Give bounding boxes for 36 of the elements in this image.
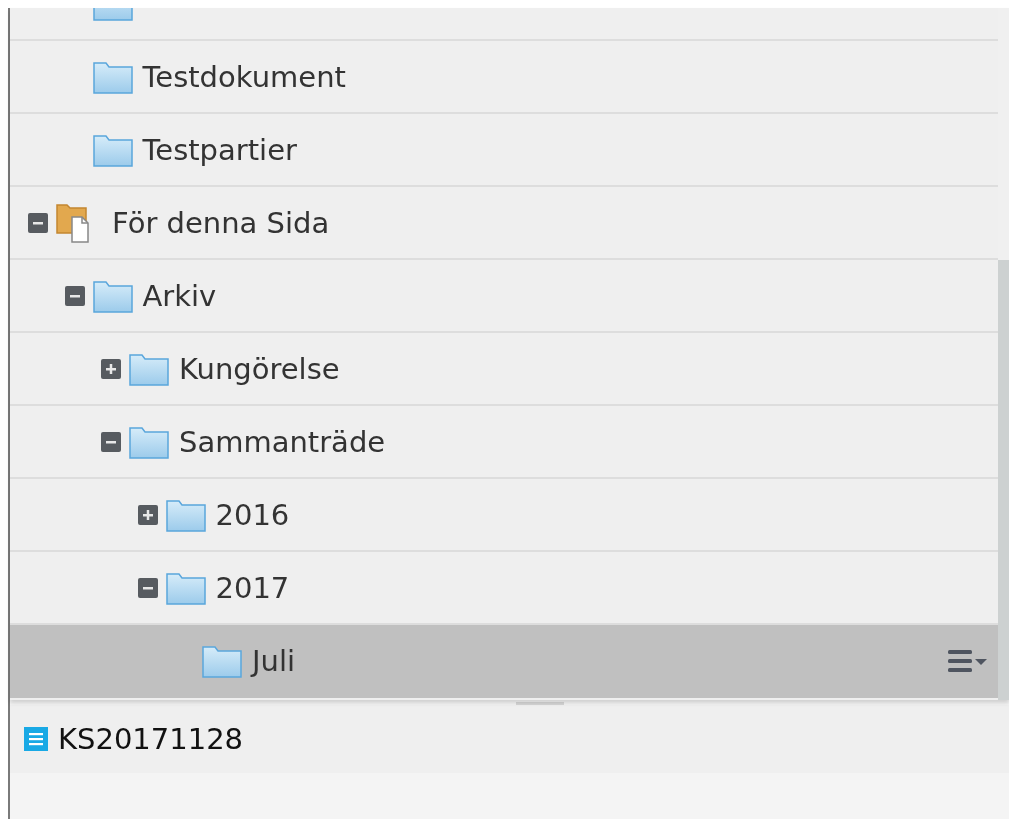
folder-icon	[165, 497, 206, 532]
tree-item-label: Kungörelse	[179, 351, 340, 386]
tree-item[interactable]: Juli	[10, 625, 998, 698]
folder-icon	[92, 132, 133, 167]
expand-icon[interactable]	[137, 504, 158, 525]
folder-icon	[92, 59, 133, 94]
tree-item-label: Testpartier	[142, 132, 297, 167]
tree-item[interactable]: Arkiv	[10, 260, 998, 333]
tree-item[interactable]: Testdokument	[10, 41, 998, 114]
menu-dropdown-icon[interactable]	[948, 648, 988, 673]
tree-item-label: För denna Sida	[112, 205, 330, 240]
scrollbar-thumb[interactable]	[998, 260, 1009, 700]
tree-item-label: 2016	[215, 497, 290, 532]
document-item[interactable]: KS20171128	[10, 705, 1009, 773]
tree-item[interactable]: Kungörelse	[10, 333, 998, 406]
tree-item[interactable]: Testpartier	[10, 114, 998, 187]
tree-item-label: Juli	[252, 643, 296, 678]
tree-item[interactable]: För denna Sida	[10, 187, 998, 260]
tree-item[interactable]: Sammanträde	[10, 406, 998, 479]
expand-icon[interactable]	[101, 358, 121, 379]
document-list-icon	[24, 727, 48, 751]
folder-icon	[202, 643, 242, 678]
folder-icon	[129, 351, 169, 386]
tree-item[interactable]: 2016	[10, 479, 998, 552]
folder-icon	[129, 424, 169, 459]
collapse-icon[interactable]	[101, 431, 121, 452]
folder-icon	[92, 278, 133, 313]
tree-item-label: Testdokument	[142, 59, 346, 94]
tree-item-label: 2017	[215, 570, 290, 605]
tree-item-label: Sammanträde	[179, 424, 386, 459]
collapse-icon[interactable]	[28, 212, 48, 233]
document-label: KS20171128	[58, 722, 244, 756]
collapse-icon[interactable]	[64, 285, 85, 306]
collapse-icon[interactable]	[137, 577, 158, 598]
tree-item-label: Arkiv	[142, 278, 217, 313]
folder-icon	[165, 570, 206, 605]
